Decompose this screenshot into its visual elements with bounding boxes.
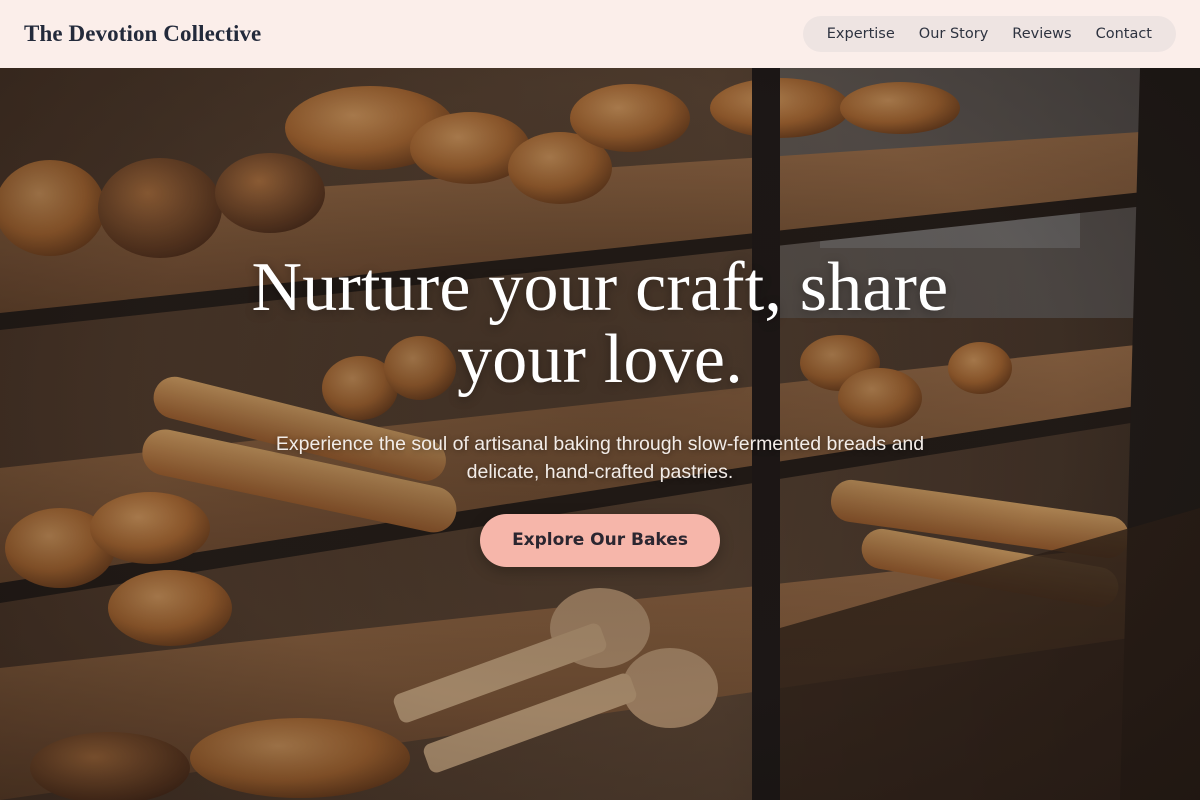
nav-link-contact[interactable]: Contact xyxy=(1084,16,1164,52)
brand-logo[interactable]: The Devotion Collective xyxy=(24,21,261,47)
hero-subtitle: Experience the soul of artisanal baking … xyxy=(275,433,925,483)
hero-content: Nurture your craft, share your love. Exp… xyxy=(0,252,1200,567)
nav-link-our-story[interactable]: Our Story xyxy=(907,16,1000,52)
hero-title: Nurture your craft, share your love. xyxy=(251,249,949,398)
site-header: The Devotion Collective Expertise Our St… xyxy=(0,0,1200,68)
nav-link-reviews[interactable]: Reviews xyxy=(1000,16,1083,52)
hero-section: Nurture your craft, share your love. Exp… xyxy=(0,68,1200,800)
nav-link-expertise[interactable]: Expertise xyxy=(815,16,907,52)
main-nav: Expertise Our Story Reviews Contact xyxy=(802,16,1176,52)
explore-bakes-button[interactable]: Explore Our Bakes xyxy=(480,514,720,567)
